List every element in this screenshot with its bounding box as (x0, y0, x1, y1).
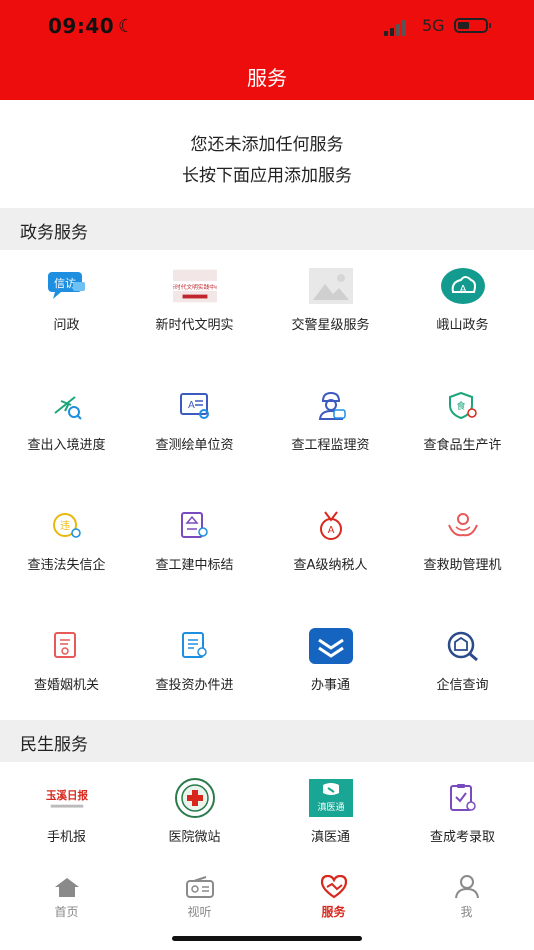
app-header: 09:40 ☾ 5G 服务 (0, 0, 534, 100)
service-item-hospital[interactable]: 医院微站 (128, 776, 261, 845)
service-label: 手机报 (46, 830, 86, 845)
radio-icon (133, 874, 266, 900)
service-label: 查食品生产许 (423, 438, 502, 453)
plane-icon (45, 384, 89, 428)
service-item-eshan-gov[interactable]: A 峨山政务 (396, 264, 529, 333)
network-label: 5G (422, 16, 445, 35)
service-label: 查违法失信企 (27, 558, 106, 573)
tab-me[interactable]: 我 (400, 874, 533, 920)
service-item-traffic-police[interactable]: 交警星级服务 (264, 264, 397, 333)
svg-text:A: A (459, 284, 466, 295)
empty-hint-line2: 长按下面应用添加服务 (182, 166, 352, 186)
service-label: 查测绘单位资 (155, 438, 234, 453)
investment-doc-icon (173, 624, 217, 668)
tab-service[interactable]: 服务 (267, 874, 400, 920)
service-item-marriage[interactable]: 查婚姻机关 (0, 624, 133, 693)
svg-text:A: A (327, 525, 334, 536)
service-item-enterprise[interactable]: 企信查询 (396, 624, 529, 693)
service-label: 医院微站 (168, 830, 221, 845)
moon-icon: ☾ (118, 16, 135, 37)
engineer-icon (309, 384, 353, 428)
service-item-violation[interactable]: 违 查违法失信企 (0, 504, 133, 573)
tab-audio-video[interactable]: 视听 (133, 874, 266, 920)
tab-home[interactable]: 首页 (0, 874, 133, 920)
eshan-gov-icon: A (440, 264, 485, 308)
tab-label: 服务 (321, 905, 346, 919)
violation-icon: 违 (45, 504, 89, 548)
service-item-dianyitong[interactable]: 滇医通 滇医通 (264, 776, 397, 845)
service-label: 查A级纳税人 (293, 558, 368, 573)
hospital-logo-icon (173, 776, 217, 820)
logo-text: 滇医通 (317, 801, 344, 813)
section-header-government: 政务服务 (0, 208, 534, 250)
service-label: 企信查询 (436, 678, 489, 693)
svg-text:信访: 信访 (54, 277, 76, 290)
service-label: 查出入境进度 (27, 438, 106, 453)
service-label: 问政 (53, 318, 80, 333)
service-label: 查婚姻机关 (33, 678, 99, 693)
surveying-icon: A (173, 384, 217, 428)
newspaper-logo-icon: 玉溪日报 (44, 776, 89, 820)
civilization-practice-icon: 新时代文明实践中心 (172, 264, 217, 308)
service-label: 滇医通 (310, 830, 350, 845)
service-label: 查工程监理资 (291, 438, 370, 453)
service-item-food-license[interactable]: 食 查食品生产许 (396, 384, 529, 453)
home-icon (0, 874, 133, 900)
service-item-engineering[interactable]: 查工程监理资 (264, 384, 397, 453)
construction-bid-icon (173, 504, 217, 548)
service-item-banshitong[interactable]: 办事通 (264, 624, 397, 693)
service-item-construction-bid[interactable]: 查工建中标结 (128, 504, 261, 573)
service-label: 新时代文明实 (155, 318, 234, 333)
service-item-aid-management[interactable]: 查救助管理机 (396, 504, 529, 573)
service-item-civilization[interactable]: 新时代文明实践中心 新时代文明实 (128, 264, 261, 333)
logo-text: 玉溪日报 (45, 789, 88, 802)
wenzheng-icon: 信访 (45, 264, 89, 308)
service-item-mobile-newspaper[interactable]: 玉溪日报 手机报 (0, 776, 133, 845)
service-item-exam-admission[interactable]: 查成考录取 (396, 776, 529, 845)
service-item-surveying[interactable]: A 查测绘单位资 (128, 384, 261, 453)
service-label: 峨山政务 (436, 318, 489, 333)
svg-text:A: A (188, 400, 195, 411)
page-title: 服务 (247, 66, 287, 90)
service-label: 查成考录取 (429, 830, 495, 845)
svg-text:违: 违 (60, 520, 70, 532)
service-label: 查救助管理机 (423, 558, 502, 573)
banshitong-icon (308, 624, 353, 668)
tax-medal-icon: A (309, 504, 353, 548)
service-label: 查工建中标结 (155, 558, 234, 573)
empty-hint-line1: 您还未添加任何服务 (190, 135, 344, 155)
status-time: 09:40 (48, 14, 115, 38)
aid-hands-icon (441, 504, 485, 548)
service-label: 交警星级服务 (291, 318, 370, 333)
battery-icon (454, 18, 491, 33)
service-item-tax-payer[interactable]: A 查A级纳税人 (264, 504, 397, 573)
banner-text: 新时代文明实践中心 (173, 283, 217, 291)
service-item-entry-exit[interactable]: 查出入境进度 (0, 384, 133, 453)
service-label: 办事通 (310, 678, 350, 693)
tab-label: 视听 (187, 905, 212, 919)
section-title: 政务服务 (20, 223, 88, 243)
marriage-icon (45, 624, 89, 668)
section-header-livelihood: 民生服务 (0, 720, 534, 762)
tab-label: 首页 (54, 905, 79, 919)
enterprise-search-icon (441, 624, 485, 668)
section-title: 民生服务 (20, 735, 88, 755)
exam-clipboard-icon (441, 776, 485, 820)
food-shield-icon: 食 (441, 384, 485, 428)
heart-service-icon (267, 874, 400, 900)
image-placeholder-icon (308, 264, 353, 308)
service-label: 查投资办件进 (155, 678, 234, 693)
status-bar: 09:40 ☾ 5G (0, 12, 534, 42)
dianyitong-icon: 滇医通 (308, 776, 353, 820)
home-indicator (172, 936, 362, 941)
signal-icon (384, 20, 412, 36)
user-icon (400, 874, 533, 900)
tab-label: 我 (460, 905, 473, 919)
svg-text:食: 食 (456, 400, 465, 412)
service-item-wenzheng[interactable]: 信访 问政 (0, 264, 133, 333)
service-item-investment[interactable]: 查投资办件进 (128, 624, 261, 693)
